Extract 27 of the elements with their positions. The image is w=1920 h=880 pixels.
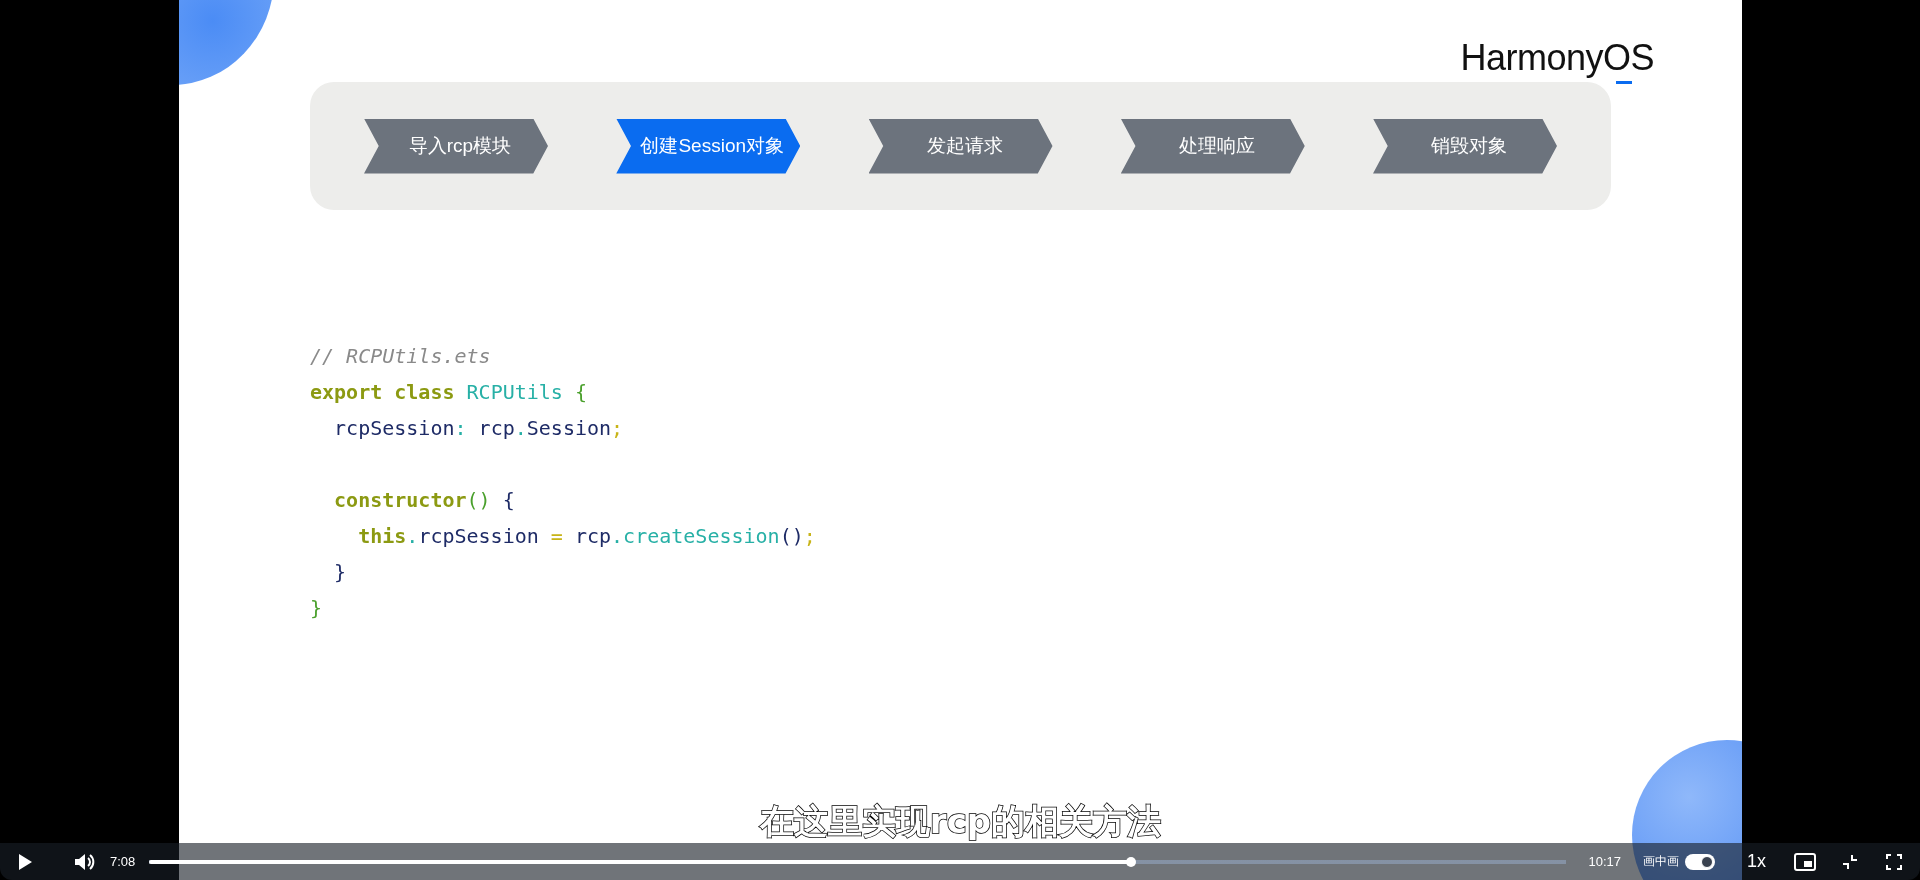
play-icon [18, 853, 32, 870]
fullscreen-button[interactable] [1886, 853, 1902, 870]
fullscreen-icon [1886, 853, 1902, 870]
speed-button[interactable]: 1x [1747, 851, 1766, 872]
process-step: 创建Session对象 [616, 118, 801, 174]
code-line: } [310, 595, 323, 622]
subtitle-text: 在这里实现rcp的相关方法 [759, 800, 1162, 843]
pip-button[interactable] [1794, 852, 1816, 871]
picture-in-picture-icon [1794, 852, 1816, 871]
process-step: 发起请求 [868, 118, 1053, 174]
process-step: 销毁对象 [1373, 118, 1557, 174]
code-line: export class RCPUtils { [310, 379, 587, 406]
duration-time: 10:17 [1588, 854, 1621, 869]
code-line: constructor() { [333, 487, 515, 514]
collapse-icon [1842, 853, 1858, 870]
logo-text: HarmonyOS [1460, 36, 1654, 82]
collapse-button[interactable] [1842, 853, 1858, 870]
speaker-icon [75, 852, 95, 871]
pip-label: 画中画 [1643, 853, 1679, 870]
code-line: rcpSession: rcp.Session; [333, 415, 624, 442]
process-step: 处理响应 [1120, 118, 1305, 174]
current-time: 7:08 [110, 854, 136, 869]
code-line: } [333, 559, 347, 586]
process-step: 导入rcp模块 [364, 118, 548, 174]
code-line: this.rcpSession = rcp.createSession(); [357, 523, 816, 550]
progress-handle[interactable] [1126, 856, 1137, 867]
code-line: // RCPUtils.ets [310, 343, 491, 370]
